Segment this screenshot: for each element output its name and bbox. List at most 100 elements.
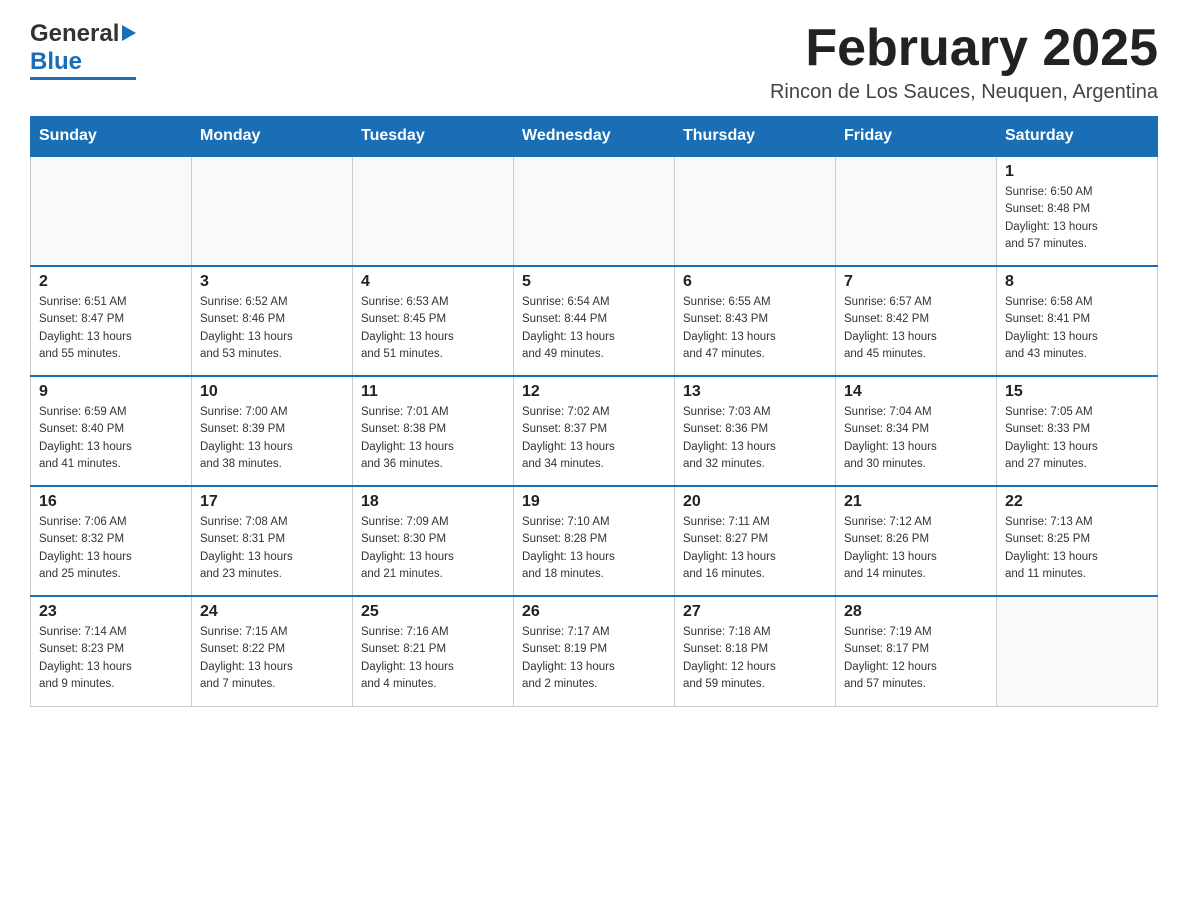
calendar-week-row: 1 Sunrise: 6:50 AM Sunset: 8:48 PM Daylig…	[31, 156, 1158, 266]
calendar-cell: 7 Sunrise: 6:57 AM Sunset: 8:42 PM Daylig…	[836, 266, 997, 376]
day-number: 19	[522, 493, 666, 511]
day-info: Sunrise: 6:52 AM Sunset: 8:46 PM Dayligh…	[200, 294, 344, 363]
logo-arrow-icon	[122, 25, 136, 41]
day-info: Sunrise: 7:11 AM Sunset: 8:27 PM Dayligh…	[683, 514, 827, 583]
calendar-cell: 6Sunrise: 6:55 AM Sunset: 8:43 PM Daylig…	[675, 266, 836, 376]
day-info: Sunrise: 7:03 AM Sunset: 8:36 PM Dayligh…	[683, 404, 827, 473]
day-info: Sunrise: 6:51 AM Sunset: 8:47 PM Dayligh…	[39, 294, 183, 363]
day-number: 24	[200, 603, 344, 621]
day-info: Sunrise: 6:54 AM Sunset: 8:44 PM Dayligh…	[522, 294, 666, 363]
day-number: 16	[39, 493, 183, 511]
day-number: 17	[200, 493, 344, 511]
day-info: Sunrise: 7:12 AM Sunset: 8:26 PM Dayligh…	[844, 514, 988, 583]
day-info: Sunrise: 6:53 AM Sunset: 8:45 PM Dayligh…	[361, 294, 505, 363]
calendar-week-row: 16 Sunrise: 7:06 AM Sunset: 8:32 PM Dayli…	[31, 486, 1158, 596]
calendar-cell: 8 Sunrise: 6:58 AM Sunset: 8:41 PM Daylig…	[997, 266, 1158, 376]
day-number: 28	[844, 603, 988, 621]
day-info: Sunrise: 7:14 AM Sunset: 8:23 PM Dayligh…	[39, 624, 183, 693]
calendar-cell: 5 Sunrise: 6:54 AM Sunset: 8:44 PM Daylig…	[514, 266, 675, 376]
calendar-header-sunday: Sunday	[31, 117, 192, 157]
logo-blue-text: Blue	[30, 48, 82, 76]
day-info: Sunrise: 7:19 AM Sunset: 8:17 PM Dayligh…	[844, 624, 988, 693]
calendar-cell: 22 Sunrise: 7:13 AM Sunset: 8:25 PM Dayli…	[997, 486, 1158, 596]
calendar-cell: 20 Sunrise: 7:11 AM Sunset: 8:27 PM Dayli…	[675, 486, 836, 596]
logo: General Blue	[30, 20, 136, 80]
calendar-cell: 14 Sunrise: 7:04 AM Sunset: 8:34 PM Dayli…	[836, 376, 997, 486]
day-number: 2	[39, 273, 183, 291]
day-info: Sunrise: 7:16 AM Sunset: 8:21 PM Dayligh…	[361, 624, 505, 693]
day-info: Sunrise: 7:10 AM Sunset: 8:28 PM Dayligh…	[522, 514, 666, 583]
calendar-week-row: 2 Sunrise: 6:51 AM Sunset: 8:47 PM Daylig…	[31, 266, 1158, 376]
day-number: 4	[361, 273, 505, 291]
calendar-header-wednesday: Wednesday	[514, 117, 675, 157]
calendar-cell: 23 Sunrise: 7:14 AM Sunset: 8:23 PM Dayli…	[31, 596, 192, 706]
day-number: 13	[683, 383, 827, 401]
calendar-header-thursday: Thursday	[675, 117, 836, 157]
day-info: Sunrise: 6:59 AM Sunset: 8:40 PM Dayligh…	[39, 404, 183, 473]
calendar-week-row: 23 Sunrise: 7:14 AM Sunset: 8:23 PM Dayli…	[31, 596, 1158, 706]
day-number: 15	[1005, 383, 1149, 401]
calendar-cell: 9 Sunrise: 6:59 AM Sunset: 8:40 PM Daylig…	[31, 376, 192, 486]
day-info: Sunrise: 7:13 AM Sunset: 8:25 PM Dayligh…	[1005, 514, 1149, 583]
day-info: Sunrise: 6:58 AM Sunset: 8:41 PM Dayligh…	[1005, 294, 1149, 363]
calendar-cell	[31, 156, 192, 266]
day-info: Sunrise: 7:01 AM Sunset: 8:38 PM Dayligh…	[361, 404, 505, 473]
day-number: 1	[1005, 163, 1149, 181]
page-header: General Blue February 2025 Rincon de Los…	[30, 20, 1158, 104]
calendar-cell: 17 Sunrise: 7:08 AM Sunset: 8:31 PM Dayli…	[192, 486, 353, 596]
calendar-cell: 12 Sunrise: 7:02 AM Sunset: 8:37 PM Dayli…	[514, 376, 675, 486]
calendar-header-tuesday: Tuesday	[353, 117, 514, 157]
day-number: 14	[844, 383, 988, 401]
calendar-header-row: SundayMondayTuesdayWednesdayThursdayFrid…	[31, 117, 1158, 157]
calendar-cell	[353, 156, 514, 266]
day-number: 10	[200, 383, 344, 401]
calendar-cell	[192, 156, 353, 266]
calendar-week-row: 9 Sunrise: 6:59 AM Sunset: 8:40 PM Daylig…	[31, 376, 1158, 486]
location-title: Rincon de Los Sauces, Neuquen, Argentina	[770, 81, 1158, 104]
calendar-cell: 11 Sunrise: 7:01 AM Sunset: 8:38 PM Dayli…	[353, 376, 514, 486]
day-number: 7	[844, 273, 988, 291]
day-number: 25	[361, 603, 505, 621]
calendar-table: SundayMondayTuesdayWednesdayThursdayFrid…	[30, 116, 1158, 707]
day-number: 27	[683, 603, 827, 621]
calendar-cell: 28 Sunrise: 7:19 AM Sunset: 8:17 PM Dayli…	[836, 596, 997, 706]
day-info: Sunrise: 7:15 AM Sunset: 8:22 PM Dayligh…	[200, 624, 344, 693]
day-number: 22	[1005, 493, 1149, 511]
day-info: Sunrise: 6:50 AM Sunset: 8:48 PM Dayligh…	[1005, 184, 1149, 253]
calendar-cell: 3Sunrise: 6:52 AM Sunset: 8:46 PM Daylig…	[192, 266, 353, 376]
title-section: February 2025 Rincon de Los Sauces, Neuq…	[770, 20, 1158, 104]
day-number: 5	[522, 273, 666, 291]
day-info: Sunrise: 7:02 AM Sunset: 8:37 PM Dayligh…	[522, 404, 666, 473]
calendar-cell	[997, 596, 1158, 706]
calendar-cell: 16 Sunrise: 7:06 AM Sunset: 8:32 PM Dayli…	[31, 486, 192, 596]
calendar-cell: 26 Sunrise: 7:17 AM Sunset: 8:19 PM Dayli…	[514, 596, 675, 706]
day-number: 21	[844, 493, 988, 511]
month-title: February 2025	[770, 20, 1158, 77]
day-number: 12	[522, 383, 666, 401]
day-info: Sunrise: 7:09 AM Sunset: 8:30 PM Dayligh…	[361, 514, 505, 583]
day-number: 20	[683, 493, 827, 511]
calendar-cell: 24 Sunrise: 7:15 AM Sunset: 8:22 PM Dayli…	[192, 596, 353, 706]
day-number: 26	[522, 603, 666, 621]
day-info: Sunrise: 7:08 AM Sunset: 8:31 PM Dayligh…	[200, 514, 344, 583]
calendar-header-monday: Monday	[192, 117, 353, 157]
calendar-cell	[514, 156, 675, 266]
day-number: 11	[361, 383, 505, 401]
day-number: 9	[39, 383, 183, 401]
day-info: Sunrise: 7:04 AM Sunset: 8:34 PM Dayligh…	[844, 404, 988, 473]
calendar-cell: 10Sunrise: 7:00 AM Sunset: 8:39 PM Dayli…	[192, 376, 353, 486]
calendar-cell: 27Sunrise: 7:18 AM Sunset: 8:18 PM Dayli…	[675, 596, 836, 706]
day-number: 8	[1005, 273, 1149, 291]
logo-underline	[30, 77, 136, 80]
day-info: Sunrise: 7:06 AM Sunset: 8:32 PM Dayligh…	[39, 514, 183, 583]
day-info: Sunrise: 7:17 AM Sunset: 8:19 PM Dayligh…	[522, 624, 666, 693]
calendar-cell: 1 Sunrise: 6:50 AM Sunset: 8:48 PM Daylig…	[997, 156, 1158, 266]
calendar-cell: 21 Sunrise: 7:12 AM Sunset: 8:26 PM Dayli…	[836, 486, 997, 596]
calendar-header-saturday: Saturday	[997, 117, 1158, 157]
calendar-cell: 13 Sunrise: 7:03 AM Sunset: 8:36 PM Dayli…	[675, 376, 836, 486]
calendar-header-friday: Friday	[836, 117, 997, 157]
calendar-cell: 2 Sunrise: 6:51 AM Sunset: 8:47 PM Daylig…	[31, 266, 192, 376]
day-number: 23	[39, 603, 183, 621]
day-info: Sunrise: 6:57 AM Sunset: 8:42 PM Dayligh…	[844, 294, 988, 363]
calendar-cell: 25 Sunrise: 7:16 AM Sunset: 8:21 PM Dayli…	[353, 596, 514, 706]
